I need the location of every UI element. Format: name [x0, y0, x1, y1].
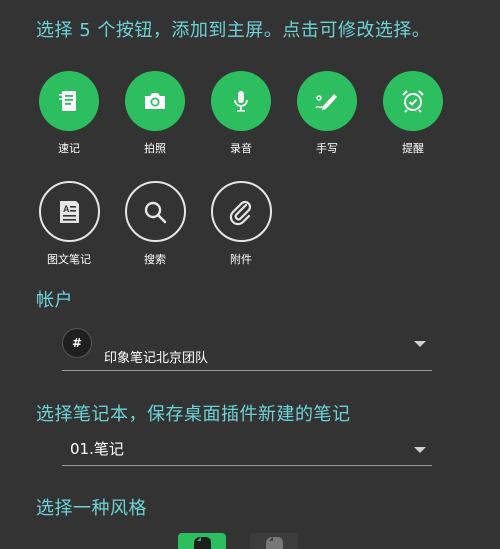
button-label: 速记: [58, 142, 80, 155]
notebook-selected-value: 01.笔记: [70, 440, 124, 458]
button-label: 提醒: [402, 142, 424, 155]
button-label: 图文笔记: [47, 253, 91, 266]
notebook-dropdown-caret-icon: [414, 447, 426, 453]
handwriting-icon: [297, 71, 357, 131]
button-reminder[interactable]: 提醒: [370, 71, 456, 156]
style-heading: 选择一种风格: [36, 498, 147, 519]
notebook-heading: 选择笔记本，保存桌面插件新建的笔记: [36, 404, 351, 425]
camera-icon: [125, 71, 185, 131]
instruction-text: 选择 5 个按钮，添加到主屏。点击可修改选择。: [36, 20, 431, 41]
account-selected-value: 印象笔记北京团队: [104, 351, 209, 366]
alarm-clock-icon: [383, 71, 443, 131]
elephant-logo-icon: [266, 537, 283, 549]
button-quick-note[interactable]: 速记: [26, 71, 112, 156]
button-attachment[interactable]: 附件: [198, 181, 284, 267]
style-option-green[interactable]: [178, 533, 226, 549]
account-dropdown-underline: [62, 370, 432, 371]
button-label: 附件: [230, 253, 252, 266]
button-label: 录音: [230, 142, 252, 155]
microphone-icon: [211, 71, 271, 131]
account-avatar: #: [62, 328, 92, 358]
button-search[interactable]: 搜索: [112, 181, 198, 267]
text-note-icon: A: [38, 181, 100, 242]
search-icon: [124, 181, 186, 242]
button-label: 手写: [316, 142, 338, 155]
button-text-note[interactable]: A 图文笔记: [26, 181, 112, 267]
svg-text:A: A: [63, 204, 70, 214]
button-camera[interactable]: 拍照: [112, 71, 198, 156]
style-option-dark[interactable]: [250, 533, 298, 549]
account-heading: 帐户: [36, 290, 73, 311]
button-label: 搜索: [144, 253, 166, 266]
elephant-logo-icon: [194, 537, 211, 549]
button-label: 拍照: [144, 142, 166, 155]
button-record[interactable]: 录音: [198, 71, 284, 156]
note-quick-icon: [39, 71, 99, 131]
paperclip-icon: [210, 181, 272, 242]
button-handwriting[interactable]: 手写: [284, 71, 370, 156]
notebook-dropdown-underline: [62, 465, 432, 466]
account-dropdown-caret-icon: [414, 341, 426, 347]
